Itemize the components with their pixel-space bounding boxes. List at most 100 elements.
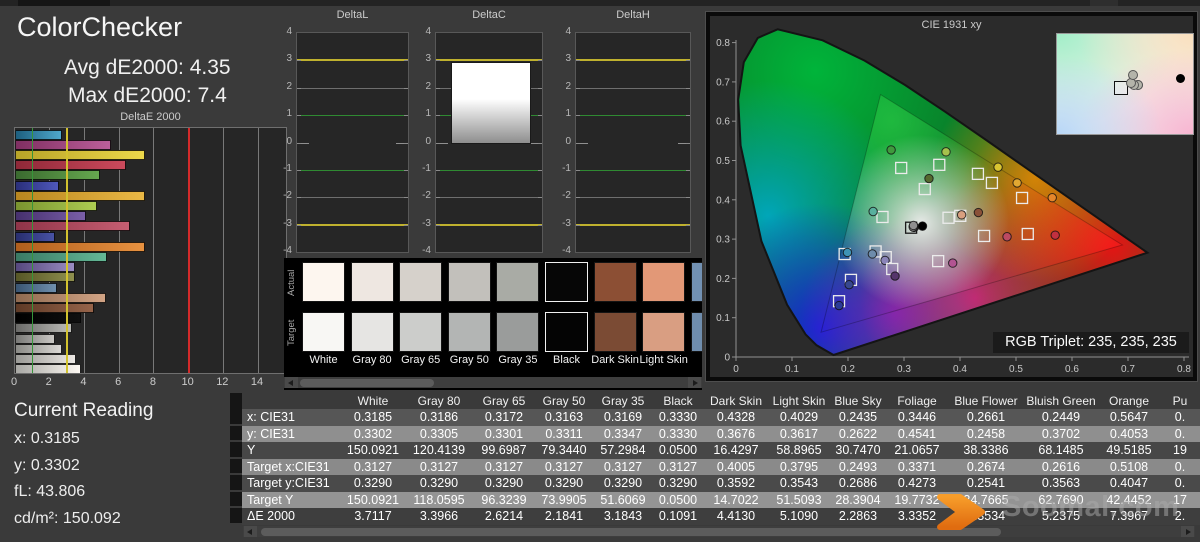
page-title: ColorChecker	[17, 12, 183, 42]
y-label--4: -4	[422, 245, 431, 256]
measured-circle-dark-skin	[973, 207, 984, 218]
column-header-gray-35: Gray 35	[601, 394, 645, 408]
avg-de2000: Avg dE2000: 4.35	[64, 56, 231, 79]
bar-bluish-green	[15, 252, 108, 263]
measured-circle-blue	[834, 300, 844, 311]
cell-target-y-cie31-gray-65: 0.3290	[484, 476, 524, 490]
cell-x-cie31-gray-50: 0.3163	[544, 410, 584, 424]
svg-text:0.3: 0.3	[716, 235, 730, 246]
edge-tick	[436, 197, 440, 199]
measured-circle-orange-yellow	[1012, 178, 1022, 188]
cell-y-gray-65: 99.6987	[481, 443, 527, 457]
edge-tick	[404, 142, 408, 144]
svg-text:0: 0	[724, 353, 730, 364]
y-label-0: 0	[286, 135, 292, 147]
bar-dark-skin	[15, 303, 94, 314]
cell-y-bluish-green: 68.1485	[1038, 443, 1084, 457]
column-header-gray-65: Gray 65	[482, 394, 526, 408]
cell-target-y-cie31-orange: 0.4047	[1109, 476, 1149, 490]
y-label-1: 1	[286, 108, 292, 120]
swatch-scroll-left-icon[interactable]	[285, 377, 298, 388]
top-strip-segment	[18, 0, 110, 6]
edge-tick	[576, 115, 580, 117]
x-tick-6: 6	[115, 376, 122, 388]
x-tick-8: 8	[149, 376, 156, 388]
cell-target-x-cie31-gray-65: 0.3127	[484, 459, 524, 474]
edge-tick	[436, 142, 440, 144]
y-label--1: -1	[422, 162, 431, 174]
edge-tick	[538, 115, 542, 117]
swatch-target-black	[545, 312, 588, 352]
edge-tick	[686, 87, 690, 89]
cell-target-y-dark-skin: 14.7022	[713, 492, 759, 507]
y-label-3: 3	[425, 53, 431, 65]
cell--e-2000-dark-skin: 4.4130	[716, 509, 756, 523]
swatch-actual-light-skin	[642, 262, 686, 302]
table-row--e-2000: ΔE 2000 3.7117 3.3966 2.6214 2.1841 3.1843 0.1…	[230, 508, 1200, 525]
edge-tick	[538, 169, 542, 171]
cell-y-cie31-light-skin: 0.3617	[779, 426, 819, 441]
gridline--2	[576, 197, 690, 199]
current-reading-title: Current Reading	[14, 400, 154, 421]
column-header-blue-sky: Blue Sky	[834, 394, 882, 408]
swatch-label-light-skin: Light Skin	[639, 354, 688, 366]
cell-y-black: 0.0500	[658, 443, 698, 457]
table-scrollbar-thumb[interactable]	[261, 527, 1001, 536]
limit-line-yellow--3	[436, 223, 542, 226]
cell-target-x-cie31-gray-80: 0.3127	[419, 459, 459, 474]
svg-text:0.1: 0.1	[785, 364, 799, 375]
y-label-0: 0	[565, 135, 571, 147]
y-label--1: -1	[283, 162, 292, 174]
bar-gray-50	[15, 333, 55, 344]
swatch-actual-gray-35	[496, 262, 540, 302]
row-label-target-y-cie31: Target y:CIE31	[242, 475, 342, 492]
cell-x-cie31-light-skin: 0.4029	[779, 410, 819, 424]
inset-circle-gray-35	[1128, 70, 1139, 81]
table-header-row: White Gray 80 Gray 65 Gray 50 Gray 35 Black Da…	[230, 393, 1200, 409]
swatch-scroll-right-icon[interactable]	[688, 377, 701, 388]
inset-black-dot	[1176, 73, 1186, 83]
column-header-dark-skin: Dark Skin	[709, 394, 762, 408]
table-row-y-cie31: y: CIE31 0.3302 0.3305 0.3301 0.3311 0.3347 0.…	[230, 425, 1200, 442]
swatch-label-gray-65: Gray 65	[401, 354, 441, 366]
svg-text:0: 0	[733, 364, 739, 375]
cell-x-cie31-black: 0.3330	[658, 410, 698, 424]
swatch-target-b	[690, 312, 702, 352]
table-scroll-right-icon[interactable]	[1181, 526, 1194, 537]
swatch-target-dark-skin	[593, 312, 637, 352]
edge-tick	[686, 169, 690, 171]
delta-h-title: DeltaH	[616, 9, 650, 21]
table-row-target-y-cie31: Target y:CIE31 0.3290 0.3290 0.3290 0.3290 0.…	[230, 475, 1200, 492]
bar-yellow-green	[15, 200, 97, 211]
swatch-scrollbar-thumb[interactable]	[300, 378, 434, 387]
y-label-4: 4	[286, 26, 292, 37]
cell-y-white: 150.0921	[346, 443, 400, 457]
edge-tick	[538, 224, 542, 226]
measured-circle-orange	[1047, 193, 1057, 203]
swatch-actual-gray-65	[399, 262, 443, 302]
swatch-label-black: Black	[553, 354, 580, 366]
cell--e-2000-gray-80: 3.3966	[419, 509, 459, 523]
table-scroll-left-icon[interactable]	[244, 526, 257, 537]
edge-tick	[297, 60, 301, 62]
edge-tick	[404, 115, 408, 117]
colorchecker-screen: ColorChecker Avg dE2000: 4.35 Max dE2000…	[0, 0, 1200, 542]
swatch-actual-dark-skin	[593, 262, 637, 302]
cell-y-cie31-orange: 0.4053	[1109, 426, 1149, 441]
cell-target-y-cie31-black: 0.3290	[658, 476, 698, 490]
current-reading-line-2: fL: 43.806	[14, 483, 86, 500]
y-label-2: 2	[565, 80, 571, 92]
y-label--2: -2	[283, 190, 292, 202]
column-header-bluish-green: Bluish Green	[1026, 394, 1096, 408]
edge-tick	[404, 224, 408, 226]
bar-gray-65	[15, 343, 63, 354]
cell-target-y-cie31-bluish-green: 0.3563	[1041, 476, 1081, 490]
limit-line-yellow-3	[297, 59, 408, 62]
edge-tick	[686, 115, 690, 117]
y-label--4: -4	[283, 245, 292, 256]
gridline-2	[576, 87, 690, 89]
bar-white	[15, 364, 82, 373]
svg-text:0.8: 0.8	[1177, 364, 1191, 375]
table-gutter-cell	[230, 458, 242, 475]
edge-tick	[297, 142, 301, 144]
